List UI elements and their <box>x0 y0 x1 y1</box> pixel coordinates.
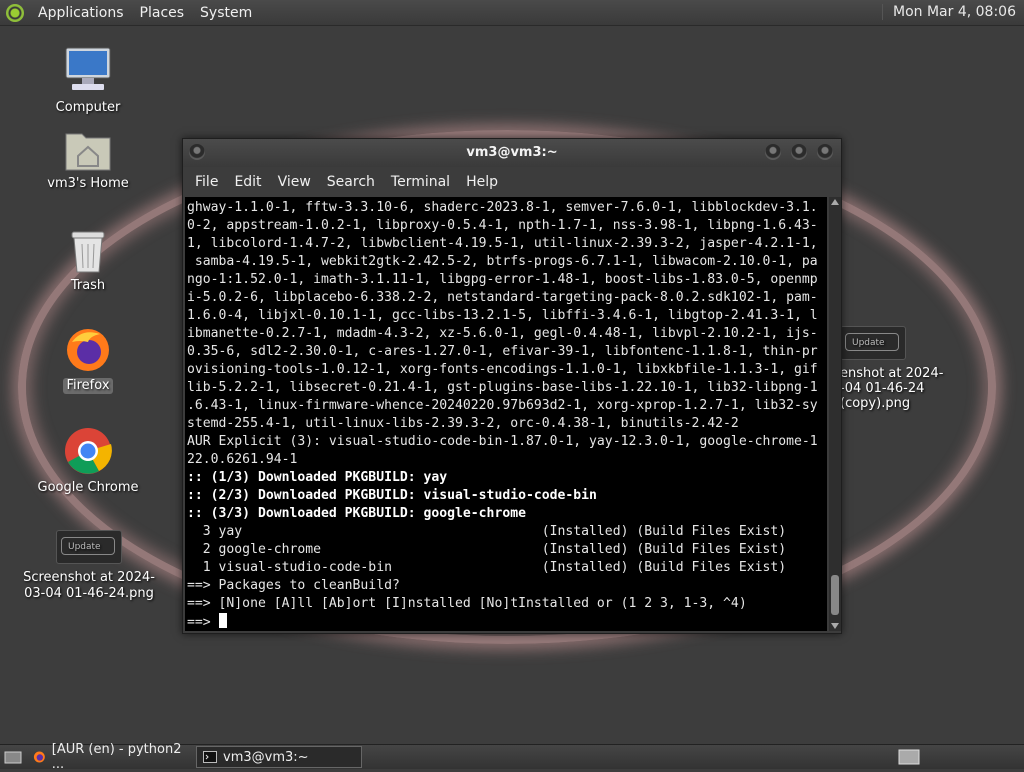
menu-places[interactable]: Places <box>132 5 193 21</box>
maximize-icon[interactable] <box>791 144 807 160</box>
terminal-window[interactable]: vm3@vm3:~ File Edit View Search Terminal… <box>182 138 842 634</box>
desktop-icon-screenshot-copy[interactable]: Update enshot at 2024- -04 01-46-24 (cop… <box>840 326 950 411</box>
terminal-line: lib-5.2.2-1, libsecret-0.21.4-1, gst-plu… <box>187 380 818 395</box>
window-titlebar[interactable]: vm3@vm3:~ <box>183 139 841 167</box>
menu-help[interactable]: Help <box>458 174 506 190</box>
terminal-line: AUR Explicit (3): visual-studio-code-bin… <box>187 434 818 449</box>
desktop-icon-trash[interactable]: Trash <box>28 228 148 294</box>
terminal-line: :: (3/3) Downloaded PKGBUILD: google-chr… <box>187 506 526 521</box>
menu-edit[interactable]: Edit <box>226 174 269 190</box>
terminal-line: 2 google-chrome (Installed) (Build Files… <box>187 542 787 557</box>
desktop-icon-firefox[interactable]: Firefox <box>28 326 148 394</box>
firefox-icon <box>67 329 109 371</box>
file-label-line: enshot at 2024- <box>840 366 944 381</box>
terminal-line: ibmanette-0.2.7-1, mdadm-4.3-2, xz-5.6.0… <box>187 326 818 341</box>
file-label-line: (copy).png <box>840 396 911 411</box>
computer-icon <box>65 47 111 90</box>
terminal-line: ngo-1:1.52.0-1, imath-3.1.11-1, libgpg-e… <box>187 272 818 287</box>
minimize-icon[interactable] <box>765 144 781 160</box>
scroll-down-icon[interactable] <box>831 623 839 629</box>
terminal-line: :: (1/3) Downloaded PKGBUILD: yay <box>187 470 448 485</box>
terminal-scrollbar[interactable] <box>829 197 841 631</box>
terminal-output[interactable]: ghway-1.1.0-1, fftw-3.3.10-6, shaderc-20… <box>185 197 827 631</box>
terminal-icon <box>203 751 217 763</box>
menu-view[interactable]: View <box>270 174 319 190</box>
terminal-line: 1 visual-studio-code-bin (Installed) (Bu… <box>187 560 787 575</box>
taskbar-item-terminal[interactable]: vm3@vm3:~ <box>196 746 362 768</box>
trash-icon <box>71 231 105 273</box>
terminal-line: i-5.0.2-6, libplacebo-6.338.2-2, netstan… <box>187 290 818 305</box>
image-thumbnail-icon: Update <box>56 530 122 564</box>
chrome-icon <box>65 428 112 474</box>
terminal-cursor <box>218 613 227 628</box>
terminal-line: ==> Packages to cleanBuild? <box>187 578 400 593</box>
terminal-line: 1.6.0-4, libjxl-0.10.1-1, gcc-libs-13.2.… <box>187 308 818 323</box>
workspace-switcher-icon[interactable] <box>898 749 920 765</box>
terminal-line: ==> [N]one [A]ll [Ab]ort [I]nstalled [No… <box>187 596 747 611</box>
terminal-line: 0.35-6, sdl2-2.30.0-1, c-ares-1.27.0-1, … <box>187 344 818 359</box>
menu-applications[interactable]: Applications <box>30 5 132 21</box>
terminal-line: :: (2/3) Downloaded PKGBUILD: visual-stu… <box>187 488 597 503</box>
terminal-line: .6.43-1, linux-firmware-whence-20240220.… <box>187 398 818 413</box>
terminal-line: 1, libcolord-1.4.7-2, libwbclient-4.19.5… <box>187 236 818 251</box>
terminal-line: 0-2, appstream-1.0.2-1, libproxy-0.5.4-1… <box>187 218 818 233</box>
image-thumbnail-icon: Update <box>840 326 906 360</box>
terminal-line: 3 yay (Installed) (Build Files Exist) <box>187 524 787 539</box>
terminal-text: ghway-1.1.0-1, fftw-3.3.10-6, shaderc-20… <box>185 197 827 631</box>
terminal-line: ==> <box>187 615 219 630</box>
file-label-line: -04 01-46-24 <box>840 381 925 396</box>
firefox-icon <box>33 751 45 763</box>
menu-terminal[interactable]: Terminal <box>383 174 458 190</box>
panel-clock[interactable]: Mon Mar 4, 08:06 <box>882 4 1016 20</box>
close-icon[interactable] <box>817 144 833 160</box>
window-title: vm3@vm3:~ <box>466 145 558 160</box>
menu-file[interactable]: File <box>187 174 226 190</box>
scrollbar-thumb[interactable] <box>831 575 839 615</box>
desktop-icon-chrome[interactable]: Google Chrome <box>28 426 148 496</box>
bottom-taskbar: [AUR (en) - python2 ... vm3@vm3:~ <box>0 742 1024 772</box>
menu-search[interactable]: Search <box>319 174 383 190</box>
desktop-icon-computer[interactable]: Computer <box>28 44 148 116</box>
terminal-line: stemd-255.4-1, util-linux-libs-2.39.3-2,… <box>187 416 739 431</box>
menu-system[interactable]: System <box>192 5 260 21</box>
scroll-up-icon[interactable] <box>831 199 839 205</box>
terminal-line: samba-4.19.5-1, webkit2gtk-2.42.5-2, btr… <box>187 254 818 269</box>
distro-logo-icon[interactable] <box>6 3 24 22</box>
terminal-line: ovisioning-tools-1.0.12-1, xorg-fonts-en… <box>187 362 818 377</box>
terminal-line: ghway-1.1.0-1, fftw-3.3.10-6, shaderc-20… <box>187 200 818 215</box>
terminal-menubar: File Edit View Search Terminal Help <box>183 167 841 197</box>
show-desktop-icon[interactable] <box>4 749 22 765</box>
desktop-icon-screenshot[interactable]: Update Screenshot at 2024-03-04 01-46-24… <box>16 530 162 602</box>
terminal-line: 22.0.6261.94-1 <box>187 452 298 467</box>
top-panel: Applications Places System Mon Mar 4, 08… <box>0 0 1024 26</box>
home-folder-icon <box>65 133 111 171</box>
desktop-icon-home[interactable]: vm3's Home <box>28 126 148 192</box>
taskbar-item-firefox[interactable]: [AUR (en) - python2 ... <box>26 742 192 772</box>
